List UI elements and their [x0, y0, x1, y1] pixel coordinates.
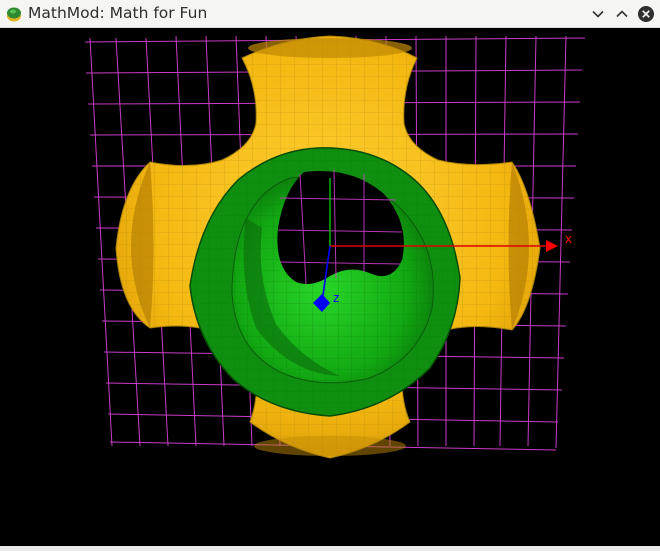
- chevron-up-icon: [616, 10, 628, 18]
- z-axis-label: z: [333, 291, 339, 305]
- maximize-button[interactable]: [612, 4, 632, 24]
- chevron-down-icon: [592, 10, 604, 18]
- close-button[interactable]: [636, 4, 656, 24]
- x-axis-arrow: [546, 240, 558, 252]
- gl-viewport[interactable]: x z: [0, 28, 660, 546]
- window-title: MathMod: Math for Fun: [28, 4, 208, 22]
- minimize-button[interactable]: [588, 4, 608, 24]
- bottom-strip: [0, 546, 660, 551]
- mathmod-window: MathMod: Math for Fun x z: [0, 0, 660, 551]
- title-bar[interactable]: MathMod: Math for Fun: [0, 0, 660, 28]
- mathmod-app-icon: [7, 7, 21, 22]
- close-circle-icon: [638, 6, 654, 22]
- x-axis-label: x: [565, 232, 572, 246]
- scene-canvas[interactable]: x z: [0, 28, 660, 546]
